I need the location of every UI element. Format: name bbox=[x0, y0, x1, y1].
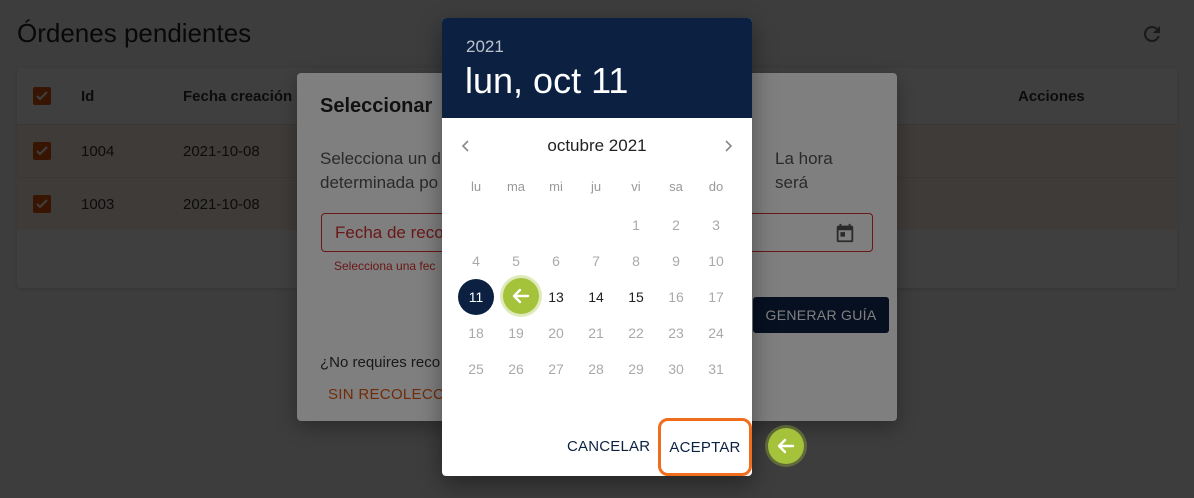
weekday-label: ma bbox=[506, 179, 526, 194]
weekday-label: do bbox=[708, 179, 724, 194]
day-23: 23 bbox=[668, 325, 684, 341]
day-16: 16 bbox=[668, 289, 684, 305]
date-picker-dialog: 2021 lun, oct 11 octubre 2021 lu ma mi ju vi… bbox=[442, 18, 752, 476]
day-3: 3 bbox=[712, 217, 720, 233]
weekday-label: vi bbox=[631, 179, 641, 194]
day-25: 25 bbox=[468, 361, 484, 377]
day-22: 22 bbox=[628, 325, 644, 341]
day-8: 8 bbox=[632, 253, 640, 269]
day-10: 10 bbox=[708, 253, 724, 269]
day-14[interactable]: 14 bbox=[578, 279, 614, 315]
cancel-button[interactable]: CANCELAR bbox=[567, 438, 650, 455]
day-18: 18 bbox=[468, 325, 484, 341]
day-24: 24 bbox=[708, 325, 724, 341]
arrow-left-icon bbox=[503, 278, 539, 314]
picker-month-label: octubre 2021 bbox=[547, 136, 647, 155]
day-31: 31 bbox=[708, 361, 724, 377]
date-picker-header: 2021 lun, oct 11 bbox=[442, 18, 752, 118]
arrow-left-icon bbox=[768, 428, 804, 464]
weekday-label: sa bbox=[669, 179, 683, 194]
day-6: 6 bbox=[552, 253, 560, 269]
day-2: 2 bbox=[672, 217, 680, 233]
day-21: 21 bbox=[588, 325, 604, 341]
day-5: 5 bbox=[512, 253, 520, 269]
day-27: 27 bbox=[548, 361, 564, 377]
day-17: 17 bbox=[708, 289, 724, 305]
weekday-label: mi bbox=[549, 179, 563, 194]
day-9: 9 bbox=[672, 253, 680, 269]
day-26: 26 bbox=[508, 361, 524, 377]
accept-button[interactable]: ACEPTAR bbox=[658, 418, 752, 476]
day-13[interactable]: 13 bbox=[538, 279, 574, 315]
day-15[interactable]: 15 bbox=[618, 279, 654, 315]
weekday-label: lu bbox=[470, 179, 482, 194]
day-4: 4 bbox=[472, 253, 480, 269]
day-1: 1 bbox=[632, 217, 640, 233]
day-19: 19 bbox=[508, 325, 524, 341]
day-28: 28 bbox=[588, 361, 604, 377]
picker-selected-date: lun, oct 11 bbox=[465, 60, 629, 101]
picker-year[interactable]: 2021 bbox=[466, 37, 504, 57]
day-20: 20 bbox=[548, 325, 564, 341]
next-month-button[interactable] bbox=[716, 134, 740, 158]
day-30: 30 bbox=[668, 361, 684, 377]
day-11[interactable]: 11 bbox=[458, 279, 494, 315]
weekday-label: ju bbox=[590, 179, 602, 194]
day-29: 29 bbox=[628, 361, 644, 377]
day-7: 7 bbox=[592, 253, 600, 269]
